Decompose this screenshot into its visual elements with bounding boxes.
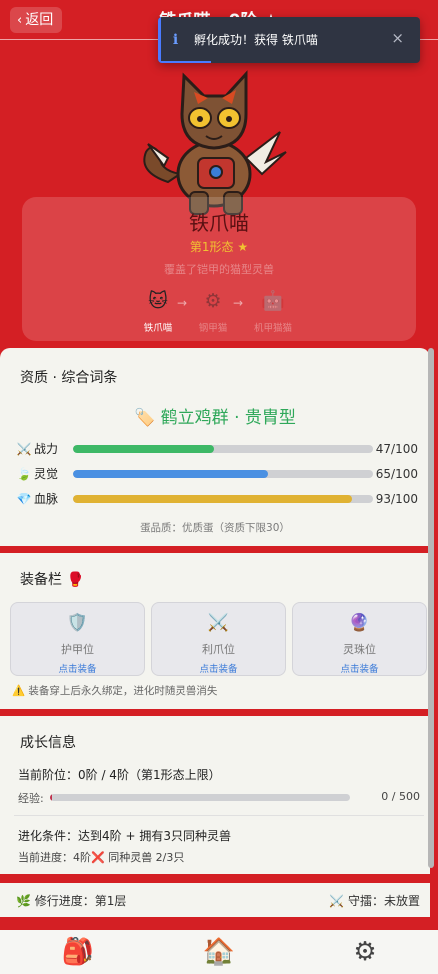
stat-bar-fill bbox=[73, 470, 268, 478]
evolution-stage-label: 铁爪喵 bbox=[143, 323, 173, 334]
section-title: 装备栏 🥊 bbox=[20, 572, 84, 588]
evolution-stage-label: 钢甲猫 bbox=[198, 323, 228, 334]
evolution-stage-label: 机甲猫猫 bbox=[253, 323, 292, 334]
stat-bar bbox=[73, 470, 373, 478]
equip-slot-claw[interactable]: ⚔️ 利爪位 点击装备 bbox=[151, 602, 286, 676]
pet-info-card: 铁爪喵 第1形态 ★ 覆盖了铠甲的猫型灵兽 🐱 铁爪喵 → ⚙ 钢甲猫 → 🤖 … bbox=[22, 197, 416, 341]
section-title: 资质 · 综合词条 bbox=[20, 370, 118, 386]
backpack-icon[interactable]: 🎒 bbox=[53, 932, 103, 972]
growth-panel: 成长信息 当前阶位：0阶 / 4阶（第1形态上限） 经验: 0 / 500 进化… bbox=[0, 716, 430, 874]
equip-slot-armor[interactable]: 🛡️ 护甲位 点击装备 bbox=[10, 602, 145, 676]
stat-name: 战力 bbox=[34, 442, 59, 456]
equip-action-link[interactable]: 点击装备 bbox=[11, 661, 144, 675]
crossed-swords-icon: ⚔️ bbox=[207, 613, 230, 633]
divider bbox=[14, 815, 424, 816]
exp-label: 经验: bbox=[18, 792, 44, 805]
tag-icon: 🏷️ bbox=[134, 408, 161, 428]
evolution-stage-3: 🤖 机甲猫猫 bbox=[243, 289, 303, 334]
gem-icon: 💎 bbox=[16, 492, 32, 506]
cultivation-progress: 🌿 修行进度：第1层 bbox=[16, 894, 127, 908]
info-icon: i bbox=[172, 32, 179, 48]
pet-description: 覆盖了铠甲的猫型灵兽 bbox=[164, 263, 274, 276]
evolve-condition: 进化条件：达到4阶 + 拥有3只同种灵兽 bbox=[18, 829, 231, 843]
guard-status[interactable]: ⚔️ 守擂：未放置 bbox=[329, 892, 420, 909]
toast-timer-bar bbox=[161, 61, 211, 63]
pet-form-label: 第1形态 ★ bbox=[189, 240, 249, 254]
toast-message: 孵化成功！获得 铁爪喵 bbox=[194, 33, 318, 47]
section-title: 成长信息 bbox=[20, 735, 76, 751]
stat-value: 47/100 bbox=[375, 442, 418, 456]
stat-bar bbox=[73, 445, 373, 453]
egg-quality-note: 蛋品质：优质蛋（资质下限30） bbox=[140, 522, 290, 534]
exp-value: 0 / 500 bbox=[381, 790, 420, 803]
swords-icon: ⚔️ bbox=[16, 442, 32, 456]
stat-name: 灵觉 bbox=[34, 467, 59, 481]
arrow-right-icon: → bbox=[233, 296, 244, 310]
traits-title-text: 鹤立鸡群 · 贵胄型 bbox=[160, 408, 296, 428]
stat-value: 65/100 bbox=[375, 467, 418, 481]
exp-bar-fill bbox=[50, 794, 53, 801]
equipment-panel: 装备栏 🥊 🛡️ 护甲位 点击装备 ⚔️ 利爪位 点击装备 🔮 灵珠位 点击装备… bbox=[0, 553, 430, 709]
house-icon[interactable]: 🏠 bbox=[194, 932, 244, 972]
leaf-icon: 🍃 bbox=[16, 467, 32, 481]
robot-icon: 🤖 bbox=[261, 290, 285, 312]
exp-bar bbox=[50, 794, 350, 801]
stat-bar bbox=[73, 495, 373, 503]
stage-line: 当前阶位：0阶 / 4阶（第1形态上限） bbox=[18, 768, 221, 782]
cultivation-strip: 🌿 修行进度：第1层 ⚔️ 守擂：未放置 bbox=[0, 883, 430, 917]
toast-close-button[interactable]: × bbox=[391, 29, 404, 47]
stat-row: 💎 血脉 93/100 bbox=[16, 489, 426, 509]
crystal-ball-icon: 🔮 bbox=[348, 613, 371, 633]
stat-bar-fill bbox=[73, 495, 352, 503]
equip-action-link[interactable]: 点击装备 bbox=[152, 661, 285, 675]
stat-name: 血脉 bbox=[34, 492, 59, 506]
equip-action-link[interactable]: 点击装备 bbox=[293, 661, 426, 675]
pet-name: 铁爪喵 bbox=[189, 211, 249, 235]
gear-icon[interactable]: ⚙ bbox=[340, 932, 390, 972]
current-progress: 当前进度：4阶❌ 同种灵兽 2/3只 bbox=[18, 851, 185, 864]
traits-panel: 资质 · 综合词条 🏷️ 鹤立鸡群 · 贵胄型 ⚔️ 战力 47/100 🍃 灵… bbox=[0, 348, 430, 546]
toast-notification: i 孵化成功！获得 铁爪喵 × bbox=[158, 17, 420, 63]
equip-slot-orb[interactable]: 🔮 灵珠位 点击装备 bbox=[292, 602, 427, 676]
slot-name: 利爪位 bbox=[202, 643, 235, 656]
stat-row: 🍃 灵觉 65/100 bbox=[16, 464, 426, 484]
equipment-warning-note: ⚠️ 装备穿上后永久绑定，进化时随灵兽消失 bbox=[12, 685, 218, 697]
traits-title: 🏷️ 鹤立鸡群 · 贵胄型 bbox=[0, 403, 430, 428]
stat-bar-fill bbox=[73, 445, 214, 453]
scrollbar[interactable] bbox=[428, 348, 434, 868]
stat-row: ⚔️ 战力 47/100 bbox=[16, 439, 426, 459]
bottom-nav: 🎒 🏠 ⚙ bbox=[0, 930, 438, 974]
slot-name: 灵珠位 bbox=[343, 643, 376, 656]
slot-name: 护甲位 bbox=[61, 643, 94, 656]
stat-value: 93/100 bbox=[375, 492, 418, 506]
shield-icon: 🛡️ bbox=[66, 613, 89, 633]
